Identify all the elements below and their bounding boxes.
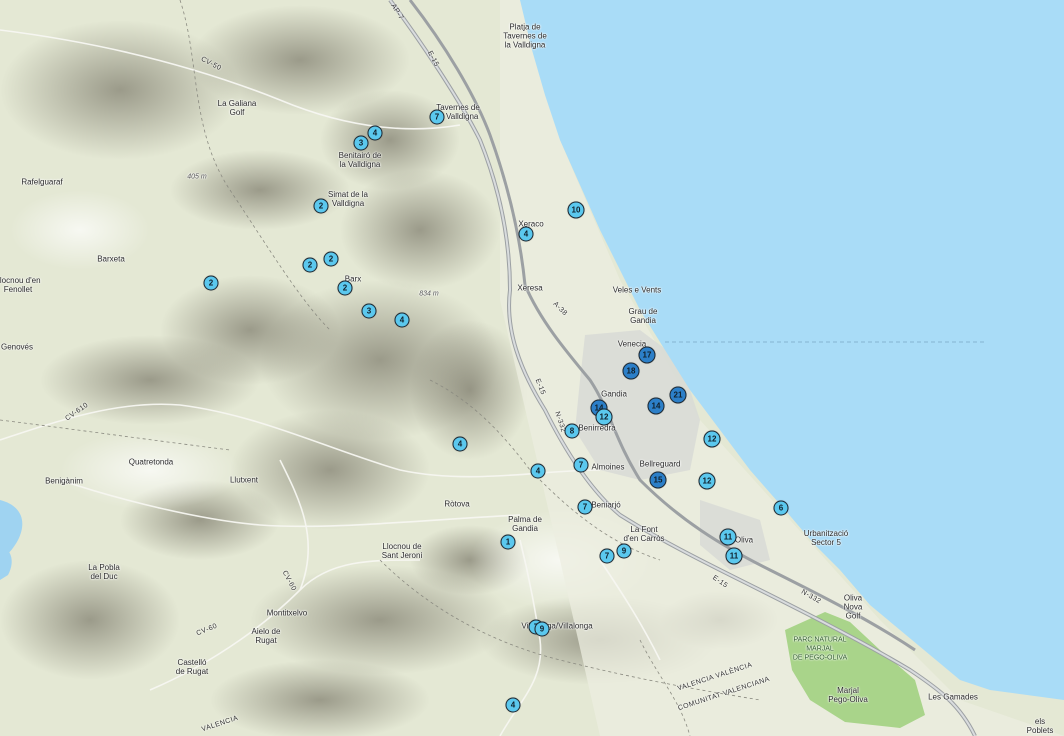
cluster-marker[interactable]: 4 — [367, 125, 383, 141]
cluster-marker[interactable]: 4 — [518, 226, 534, 242]
cluster-marker[interactable]: 3 — [353, 135, 369, 151]
map-canvas[interactable]: Platja de Tavernes de la Valldigna Tavern… — [0, 0, 1064, 736]
cluster-marker[interactable]: 10 — [567, 201, 585, 219]
cluster-marker[interactable]: 2 — [313, 198, 329, 214]
cluster-marker[interactable]: 4 — [505, 697, 521, 713]
cluster-marker[interactable]: 3 — [361, 303, 377, 319]
cluster-marker[interactable]: 12 — [698, 472, 716, 490]
cluster-marker[interactable]: 2 — [337, 280, 353, 296]
cluster-marker[interactable]: 4 — [452, 436, 468, 452]
cluster-marker[interactable]: 2 — [323, 251, 339, 267]
cluster-marker[interactable]: 12 — [595, 408, 613, 426]
cluster-marker[interactable]: 11 — [725, 547, 743, 565]
cluster-marker[interactable]: 8 — [564, 423, 580, 439]
cluster-marker[interactable]: 9 — [616, 543, 632, 559]
cluster-marker[interactable]: 4 — [530, 463, 546, 479]
cluster-marker[interactable]: 12 — [703, 430, 721, 448]
cluster-marker[interactable]: 21 — [669, 386, 687, 404]
cluster-marker[interactable]: 1 — [500, 534, 516, 550]
cluster-marker[interactable]: 17 — [638, 346, 656, 364]
cluster-marker[interactable]: 6 — [773, 500, 789, 516]
cluster-marker[interactable]: 18 — [622, 362, 640, 380]
cluster-marker[interactable]: 7 — [577, 499, 593, 515]
cluster-marker[interactable]: 15 — [649, 471, 667, 489]
cluster-marker[interactable]: 2 — [203, 275, 219, 291]
cluster-marker[interactable]: 7 — [429, 109, 445, 125]
cluster-marker[interactable]: 4 — [394, 312, 410, 328]
cluster-marker[interactable]: 2 — [302, 257, 318, 273]
cluster-marker[interactable]: 7 — [573, 457, 589, 473]
cluster-marker[interactable]: 7 — [599, 548, 615, 564]
cluster-marker[interactable]: 14 — [647, 397, 665, 415]
cluster-marker[interactable]: 11 — [719, 528, 737, 546]
cluster-marker[interactable]: 9 — [534, 621, 550, 637]
